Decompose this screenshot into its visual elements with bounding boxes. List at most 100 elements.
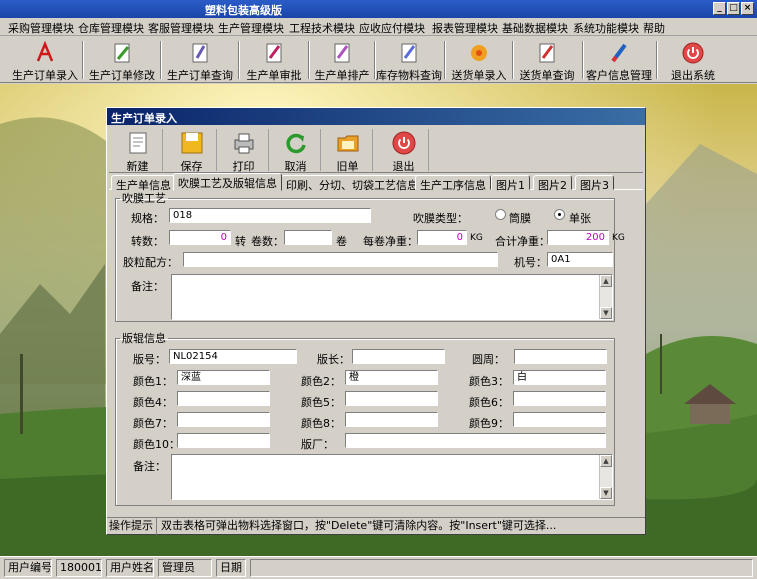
tab-print-cut[interactable]: 印刷、分切、切袋工艺信息 [281,175,423,192]
color-9-input[interactable] [513,412,606,427]
save-icon [181,132,203,154]
delivery-entry-label: 送货单录入 [451,69,507,82]
net-weight-input[interactable]: 0 [417,230,467,245]
flower-icon [471,45,487,61]
plate-length-input[interactable] [352,349,445,364]
menu-reports[interactable]: 报表管理模块 [432,20,498,36]
menu-warehouse[interactable]: 仓库管理模块 [78,20,144,36]
date-value [250,559,753,577]
menu-production[interactable]: 生产管理模块 [218,20,284,36]
color-8-input[interactable] [345,412,438,427]
approve-doc-icon [266,43,282,63]
delivery-entry-button[interactable]: 送货单录入 [448,39,510,82]
color-7-label: 颜色7： [133,417,173,430]
tab-process[interactable]: 生产工序信息 [415,175,491,192]
maximize-button[interactable]: □ [727,2,740,15]
color-1-input[interactable]: 深蓝 [177,370,270,385]
minimize-button[interactable]: _ [713,2,726,15]
plate-length-label: 版长： [317,353,350,366]
total-weight-label: 合计净重： [495,235,550,248]
operation-hint-bar: 操作提示 双击表格可弹出物料选择窗口，按"Delete"键可清除内容。按"Ins… [107,517,645,535]
user-name-value: 管理员 [158,559,212,577]
color-8-label: 颜色8： [301,417,341,430]
order-approve-label: 生产单审批 [246,69,302,82]
spec-input[interactable]: 018 [169,208,371,223]
exit-button[interactable]: 退出 [379,129,429,173]
total-weight-unit: KG [612,233,625,243]
menu-bar: 采购管理模块 仓库管理模块 客服管理模块 生产管理模块 工程技术模块 应收应付模… [0,18,757,36]
plate-no-input[interactable]: NL02154 [169,349,297,364]
rolls-input[interactable] [284,230,332,245]
menu-finance[interactable]: 应收应付模块 [359,20,425,36]
color-3-label: 颜色3： [469,375,509,388]
color-7-input[interactable] [177,412,270,427]
scroll-up-arrow-icon[interactable]: ▲ [600,455,612,467]
menu-help[interactable]: 帮助 [643,20,665,36]
recipe-label: 胶粒配方： [123,256,178,269]
color-3-input[interactable]: 白 [513,370,606,385]
stock-query-button[interactable]: 库存物料查询 [376,39,442,82]
menu-purchase[interactable]: 采购管理模块 [8,20,74,36]
close-button[interactable]: × [741,2,754,15]
tab-image-2[interactable]: 图片2 [533,175,572,192]
color-5-input[interactable] [345,391,438,406]
color-10-input[interactable] [177,433,270,448]
color-6-input[interactable] [513,391,606,406]
order-tabs: 生产单信息 吹膜工艺及版辊信息 印刷、分切、切袋工艺信息 生产工序信息 图片1 … [109,173,643,192]
turns-input[interactable]: 0 [169,230,231,245]
order-schedule-button[interactable]: 生产单排产 [310,39,374,82]
blow-remark-textarea[interactable]: ▲ ▼ [171,274,613,320]
toolbar-separator [444,41,446,79]
tab-blow-film[interactable]: 吹膜工艺及版辊信息 [173,173,282,191]
order-edit-button[interactable]: 生产订单修改 [86,39,158,82]
customer-info-button[interactable]: 客户信息管理 [584,39,654,82]
old-order-button[interactable]: 旧单 [323,129,373,173]
power-icon [392,131,416,155]
menu-engineering[interactable]: 工程技术模块 [289,20,355,36]
new-label: 新建 [126,160,149,173]
film-type-sheet-label: 单张 [569,212,591,225]
print-button[interactable]: 打印 [219,129,269,173]
rolls-unit: 卷 [336,235,347,248]
order-entry-title-bar: 生产订单录入 [107,108,645,125]
new-button[interactable]: 新建 [113,129,163,173]
user-no-label: 用户编号 [4,559,52,577]
color-4-input[interactable] [177,391,270,406]
order-query-button[interactable]: 生产订单查询 [164,39,236,82]
menu-basic-data[interactable]: 基础数据模块 [502,20,568,36]
menu-system[interactable]: 系统功能模块 [573,20,639,36]
refresh-icon [286,133,306,154]
color-5-label: 颜色5： [301,396,341,409]
machine-no-input[interactable]: 0A1 [547,252,613,267]
scroll-down-arrow-icon[interactable]: ▼ [600,307,612,319]
order-entry-button[interactable]: 生产订单录入 [10,39,80,82]
plate-no-label: 版号： [133,353,166,366]
menu-service[interactable]: 客服管理模块 [148,20,214,36]
color-6-label: 颜色6： [469,396,509,409]
status-bar: 用户编号 180001 用户姓名 管理员 日期 [0,556,757,579]
plate-factory-input[interactable] [345,433,606,448]
blow-remark-scrollbar[interactable]: ▲ ▼ [599,275,612,319]
recipe-input[interactable] [183,252,498,267]
tab-image-3[interactable]: 图片3 [575,175,614,192]
circumference-input[interactable] [514,349,607,364]
film-type-sheet-radio[interactable] [554,209,565,220]
scroll-down-arrow-icon[interactable]: ▼ [600,487,612,499]
toolbar-separator [160,41,162,79]
stock-query-label: 库存物料查询 [376,69,442,82]
tab-order-info[interactable]: 生产单信息 [111,175,176,192]
scroll-up-arrow-icon[interactable]: ▲ [600,275,612,287]
total-weight-input[interactable]: 200 [547,230,609,245]
exit-system-button[interactable]: 退出系统 [662,39,724,82]
toolbar-separator [656,41,658,79]
delivery-query-button[interactable]: 送货单查询 [514,39,580,82]
plate-remark-textarea[interactable]: ▲ ▼ [171,454,613,500]
order-approve-button[interactable]: 生产单审批 [242,39,306,82]
plate-remark-scrollbar[interactable]: ▲ ▼ [599,455,612,499]
film-type-tube-radio[interactable] [495,209,506,220]
save-button[interactable]: 保存 [167,129,217,173]
save-label: 保存 [180,160,203,173]
tab-image-1[interactable]: 图片1 [491,175,530,192]
cancel-button[interactable]: 取消 [271,129,321,173]
color-2-input[interactable]: 橙 [345,370,438,385]
